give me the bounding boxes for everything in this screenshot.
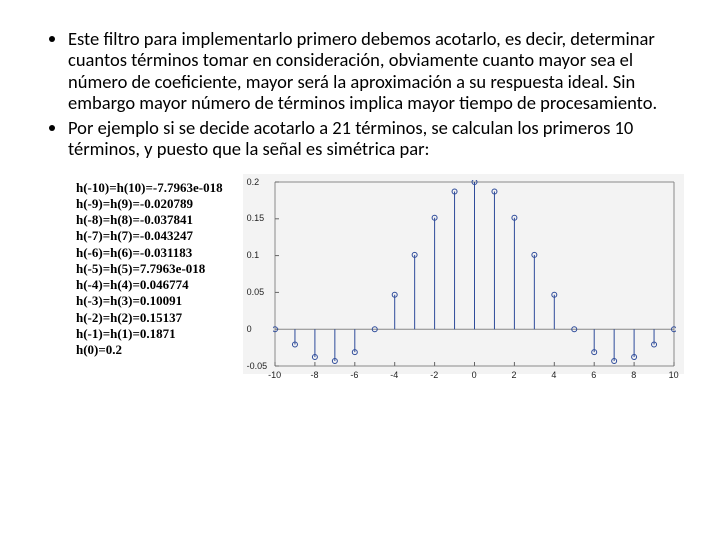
bullet-list: Este filtro para implementarlo primero d… [36,28,684,160]
stem-plot: -0.0500.050.10.150.2-10-8-6-4-20246810 [243,174,684,374]
coefficient-list: h(-10)=h(10)=-7.7963e-018 h(-9)=h(9)=-0.… [76,174,223,374]
bullet-item: Por ejemplo si se decide acotarlo a 21 t… [68,117,684,160]
slide: Este filtro para implementarlo primero d… [0,0,720,394]
lower-row: h(-10)=h(10)=-7.7963e-018 h(-9)=h(9)=-0.… [36,174,684,374]
bullet-item: Este filtro para implementarlo primero d… [68,28,684,113]
plot-axes [273,180,676,368]
